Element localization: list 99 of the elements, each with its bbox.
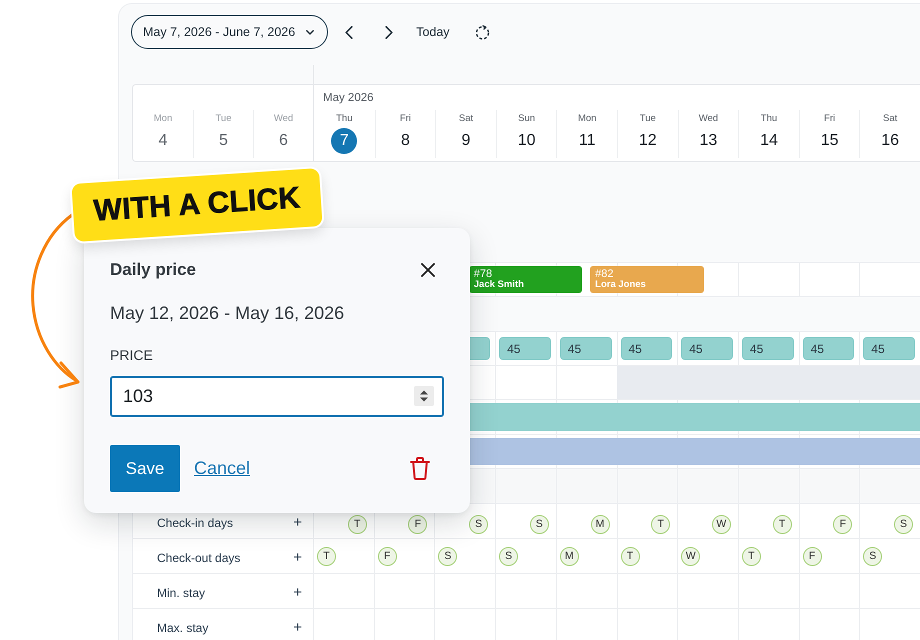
field-label: PRICE — [110, 347, 154, 363]
weekday-chip[interactable]: W — [712, 514, 731, 534]
weekday-label: Wed — [698, 113, 718, 124]
popup-title: Daily price — [110, 260, 196, 280]
weekday-chip[interactable]: T — [651, 514, 670, 534]
date-number: 5 — [219, 131, 228, 151]
calendar-cell[interactable]: S — [859, 504, 920, 538]
weekday-chip[interactable]: F — [802, 546, 822, 566]
weekday-chip[interactable]: T — [620, 546, 640, 566]
calendar-cell[interactable]: T — [738, 504, 799, 538]
weekday-label: Mon — [154, 113, 172, 124]
calendar-cell[interactable]: F — [798, 504, 860, 538]
price-chip[interactable]: 45 — [681, 337, 733, 360]
row-label: Check-out days — [157, 550, 240, 564]
calendar-cell[interactable]: S — [434, 539, 496, 573]
weekday-label: Tue — [640, 113, 656, 124]
weekday-chip[interactable]: W — [681, 546, 700, 566]
calendar-cell[interactable]: W — [677, 504, 738, 538]
date-number: 12 — [638, 131, 657, 151]
calendar-cell[interactable]: T — [616, 504, 678, 538]
date-number: 4 — [158, 131, 168, 151]
price-chip[interactable]: 45 — [499, 337, 551, 360]
guest-name: Jack Smith — [474, 280, 525, 291]
save-button[interactable]: Save — [110, 445, 180, 492]
weekday-chip[interactable]: T — [742, 546, 761, 566]
date-number: 10 — [518, 131, 536, 151]
date-number: 13 — [699, 131, 718, 151]
weekday-label: Tue — [215, 113, 232, 124]
cancel-link[interactable]: Cancel — [194, 458, 250, 479]
add-button[interactable]: + — [293, 585, 302, 600]
weekday-chip[interactable]: F — [833, 514, 852, 534]
chevron-right-icon[interactable] — [385, 26, 394, 38]
calendar-cell[interactable]: S — [495, 504, 556, 538]
weekday-chip[interactable]: S — [499, 546, 518, 566]
weekday-label: Mon — [578, 113, 596, 124]
price-chip[interactable]: 45 — [742, 337, 794, 360]
booking-number: #82 — [595, 268, 614, 280]
row-label: Min. stay — [157, 586, 206, 600]
date-number: 7 — [331, 128, 358, 154]
weekday-label: Fri — [824, 113, 836, 124]
add-button[interactable]: + — [293, 515, 302, 530]
date-number: 9 — [462, 131, 470, 151]
month-label: May 2026 — [323, 92, 374, 104]
date-range-label: May 12, 2026 - May 16, 2026 — [110, 302, 346, 324]
date-number: 8 — [400, 131, 410, 151]
weekday-label: Wed — [274, 113, 294, 124]
weekday-chip[interactable]: M — [590, 514, 610, 534]
weekday-label: Fri — [400, 113, 411, 124]
booking-number: #78 — [474, 268, 492, 280]
chevron-left-icon[interactable] — [345, 26, 354, 38]
row-label: Check-in days — [157, 516, 234, 530]
calendar-cell[interactable]: T — [738, 539, 799, 573]
calendar-cell[interactable]: M — [556, 539, 616, 573]
add-button[interactable]: + — [293, 550, 302, 565]
price-chip[interactable] — [469, 337, 490, 360]
calendar-cell[interactable]: W — [677, 539, 738, 573]
date-number: 11 — [578, 131, 596, 151]
weekday-chip[interactable]: S — [530, 514, 549, 534]
weekday-chip[interactable]: S — [863, 546, 882, 566]
weekday-chip[interactable]: M — [560, 546, 579, 566]
price-chip[interactable]: 45 — [620, 337, 672, 360]
date-range-dropdown[interactable]: May 7, 2026 - June 7, 2026 — [131, 15, 328, 49]
price-chip[interactable]: 45 — [863, 337, 915, 360]
weekday-label: Sat — [883, 113, 898, 124]
date-number: 16 — [881, 131, 900, 151]
calendar-cell[interactable]: S — [495, 539, 556, 573]
calendar-cell[interactable]: T — [313, 539, 374, 573]
price-chip[interactable]: 45 — [802, 337, 854, 360]
weekday-chip[interactable]: T — [772, 514, 792, 534]
row-label: Max. stay — [157, 620, 208, 634]
weekday-chip[interactable]: F — [378, 546, 397, 566]
weekday-chip[interactable]: F — [408, 514, 428, 534]
weekday-label: Thu — [760, 113, 778, 124]
close-icon[interactable] — [421, 263, 435, 277]
guest-name: Lora Jones — [595, 280, 647, 291]
trash-icon[interactable] — [410, 457, 430, 480]
weekday-chip[interactable]: T — [317, 546, 336, 566]
weekday-label: Thu — [336, 113, 352, 124]
calendar-cell[interactable]: F — [374, 539, 434, 573]
calendar-cell[interactable]: M — [556, 504, 616, 538]
calendar-cell[interactable]: T — [616, 539, 678, 573]
caret-icon — [306, 30, 314, 34]
date-number: 14 — [760, 131, 778, 151]
weekday-chip[interactable]: S — [469, 514, 488, 534]
date-number: 15 — [820, 131, 838, 151]
stepper-icon[interactable] — [414, 386, 434, 406]
add-button[interactable]: + — [293, 620, 302, 635]
weekday-chip[interactable]: S — [438, 546, 458, 566]
weekday-label: Sun — [518, 113, 536, 124]
weekday-chip[interactable]: T — [348, 514, 367, 534]
weekday-chip[interactable]: S — [894, 514, 913, 534]
today-button[interactable]: Today — [416, 25, 450, 39]
weekday-label: Sat — [458, 113, 474, 124]
calendar-cell[interactable]: S — [859, 539, 920, 573]
refresh-icon[interactable] — [474, 24, 490, 40]
date-number: 6 — [279, 131, 288, 151]
price-chip[interactable]: 45 — [560, 337, 612, 360]
price-input[interactable]: 103 — [110, 376, 444, 417]
calendar-cell[interactable]: F — [798, 539, 860, 573]
